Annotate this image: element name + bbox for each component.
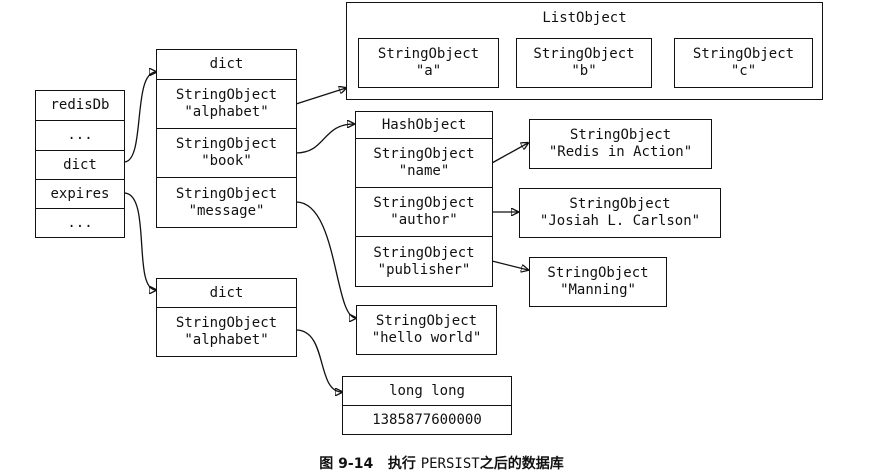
arrow-expires-alphabet-to-longlong <box>295 329 342 392</box>
redis-database-diagram: redisDb ... dict expires ... dict String… <box>0 0 883 475</box>
hash-value-josiah-carlson: StringObject "Josiah L. Carlson" <box>519 188 721 238</box>
dict-key-book: StringObject "book" <box>156 128 297 178</box>
redisdb-row-ellipsis-1: ... <box>35 120 125 151</box>
arrow-alphabet-to-listobject <box>295 88 346 105</box>
list-item-b: StringObject "b" <box>516 38 652 88</box>
arrow-publisher-to-manning <box>491 260 528 270</box>
arrow-message-to-hello-world <box>295 201 356 318</box>
caption-text-before: 执行 <box>387 456 416 472</box>
redisdb-header: redisDb <box>35 90 125 121</box>
hash-field-publisher: StringObject "publisher" <box>355 236 493 287</box>
arrow-book-to-hashobject <box>295 124 354 154</box>
hashobject-header: HashObject <box>355 111 493 139</box>
list-item-c: StringObject "c" <box>674 38 813 88</box>
longlong-value: 1385877600000 <box>342 405 512 435</box>
hash-field-name: StringObject "name" <box>355 138 493 188</box>
caption-text-after: 之后的数据库 <box>479 456 564 472</box>
redisdb-dict-field: dict <box>35 150 125 180</box>
hash-field-author: StringObject "author" <box>355 187 493 237</box>
hash-value-manning: StringObject "Manning" <box>529 257 667 307</box>
redisdb-expires-field: expires <box>35 179 125 209</box>
arrow-name-to-redis-in-action <box>491 143 528 164</box>
expires-dict-header: dict <box>156 278 297 308</box>
longlong-header: long long <box>342 376 512 406</box>
figure-caption: 图 9-14 执行 PERSIST之后的数据库 <box>0 453 883 473</box>
dict-key-message: StringObject "message" <box>156 177 297 228</box>
arrow-db-dict-to-dict <box>123 72 156 163</box>
dict-header: dict <box>156 49 297 80</box>
listobject-title: ListObject <box>542 10 627 26</box>
dict-key-alphabet: StringObject "alphabet" <box>156 79 297 129</box>
redisdb-row-ellipsis-2: ... <box>35 208 125 238</box>
arrow-db-expires-to-expires-dict <box>123 192 156 290</box>
expires-dict-key-alphabet: StringObject "alphabet" <box>156 307 297 357</box>
caption-figure-number: 图 9-14 <box>319 456 374 472</box>
list-item-a: StringObject "a" <box>358 38 499 88</box>
caption-command: PERSIST <box>420 456 480 472</box>
hash-value-redis-in-action: StringObject "Redis in Action" <box>529 119 712 169</box>
string-hello-world: StringObject "hello world" <box>356 305 497 355</box>
